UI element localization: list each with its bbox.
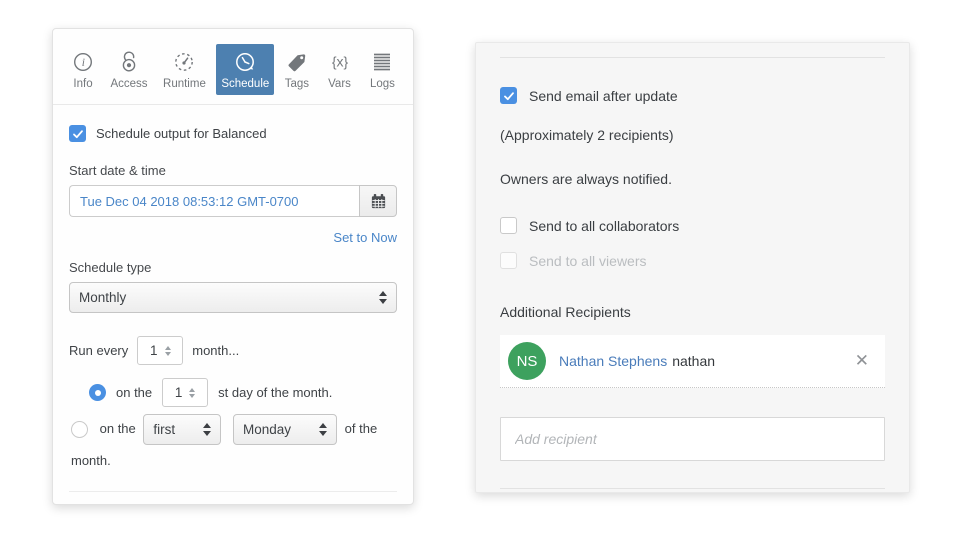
- send-email-label: Send email after update: [529, 87, 678, 104]
- calendar-icon: [371, 193, 385, 208]
- start-date-label: Start date & time: [69, 163, 166, 178]
- settings-toolbar: i Info Access Runtime Schedule Tags {x} …: [53, 29, 413, 104]
- send-collaborators-checkbox[interactable]: [500, 217, 517, 234]
- avatar: NS: [508, 342, 546, 380]
- run-every-suffix: month...: [192, 343, 240, 358]
- send-email-checkbox[interactable]: [500, 87, 517, 104]
- tab-label: Access: [110, 78, 148, 90]
- additional-recipients-heading: Additional Recipients: [500, 304, 631, 320]
- tab-schedule[interactable]: Schedule: [216, 44, 275, 95]
- weekday-select[interactable]: Monday: [233, 414, 338, 446]
- owners-note: Owners are always notified.: [500, 171, 672, 187]
- recipient-username: nathan: [672, 353, 716, 369]
- ordinal-value: first: [153, 421, 176, 437]
- tab-vars[interactable]: {x} Vars: [320, 44, 360, 95]
- section-bottom-divider: [500, 488, 885, 489]
- remove-recipient-button[interactable]: ✕: [851, 351, 873, 371]
- select-arrows-icon: [379, 291, 387, 304]
- section-top-divider: [500, 57, 885, 58]
- tab-runtime[interactable]: Runtime: [158, 44, 211, 95]
- weekday-of-month-radio[interactable]: [71, 421, 88, 439]
- select-arrows-icon: [319, 423, 328, 437]
- schedule-output-label: Schedule output for Balanced: [96, 126, 267, 141]
- recipients-count-note: (Approximately 2 recipients): [500, 127, 674, 143]
- schedule-settings-panel: i Info Access Runtime Schedule Tags {x} …: [52, 28, 414, 505]
- tab-label: Schedule: [221, 78, 270, 90]
- day-radio-prefix: on the: [116, 385, 153, 400]
- email-settings-panel: Send email after update (Approximately 2…: [475, 42, 910, 493]
- schedule-type-label: Schedule type: [69, 260, 152, 275]
- tab-logs[interactable]: Logs: [365, 44, 400, 95]
- weekday-value: Monday: [243, 421, 292, 437]
- recipient-name-link[interactable]: Nathan Stephens: [559, 353, 667, 369]
- stepper-arrows-icon[interactable]: [164, 345, 171, 356]
- tab-label: Tags: [284, 78, 310, 90]
- add-recipient-input[interactable]: [500, 417, 885, 461]
- checkmark-icon: [72, 129, 83, 138]
- checkmark-icon: [503, 91, 514, 100]
- day-of-month-stepper[interactable]: 1: [162, 378, 209, 407]
- ordinal-select[interactable]: first: [143, 414, 222, 446]
- day-of-month-value: 1: [174, 385, 183, 400]
- info-icon: i: [73, 52, 93, 72]
- panel-bottom-divider: [69, 491, 397, 493]
- unlock-icon: [122, 51, 136, 72]
- tag-icon: [288, 54, 306, 72]
- schedule-type-value: Monthly: [79, 290, 127, 305]
- tab-access[interactable]: Access: [105, 44, 152, 95]
- set-to-now-link[interactable]: Set to Now: [69, 230, 397, 245]
- recipient-row: NS Nathan Stephens nathan ✕: [500, 335, 885, 388]
- send-collaborators-label: Send to all collaborators: [529, 217, 680, 234]
- svg-text:i: i: [82, 57, 85, 69]
- run-every-prefix: Run every: [69, 343, 129, 358]
- day-radio-suffix: st day of the month.: [218, 385, 333, 400]
- stepper-arrows-icon[interactable]: [189, 387, 196, 398]
- tab-label: Vars: [328, 78, 351, 90]
- select-arrows-icon: [203, 423, 212, 437]
- log-lines-icon: [374, 53, 391, 71]
- braces-x-icon: {x}: [331, 54, 348, 70]
- tab-tags[interactable]: Tags: [280, 44, 314, 95]
- schedule-output-checkbox[interactable]: [69, 125, 86, 142]
- run-every-stepper[interactable]: 1: [137, 336, 184, 365]
- weekday-radio-prefix: on the: [99, 421, 136, 436]
- tab-label: Logs: [369, 78, 395, 90]
- calendar-button[interactable]: [359, 185, 397, 217]
- run-every-value: 1: [149, 343, 158, 358]
- schedule-type-select[interactable]: Monthly: [69, 282, 397, 313]
- tab-info[interactable]: i Info: [66, 44, 100, 95]
- day-of-month-radio[interactable]: [89, 384, 106, 401]
- start-date-input[interactable]: [69, 185, 359, 217]
- send-viewers-label: Send to all viewers: [529, 252, 647, 269]
- tab-label: Info: [73, 78, 93, 90]
- tab-label: Runtime: [163, 78, 206, 90]
- svg-text:{x}: {x}: [331, 54, 348, 70]
- send-viewers-checkbox: [500, 252, 517, 269]
- clock-history-icon: [236, 53, 255, 71]
- toolbar-divider: [53, 104, 413, 105]
- gauge-icon: [175, 53, 194, 71]
